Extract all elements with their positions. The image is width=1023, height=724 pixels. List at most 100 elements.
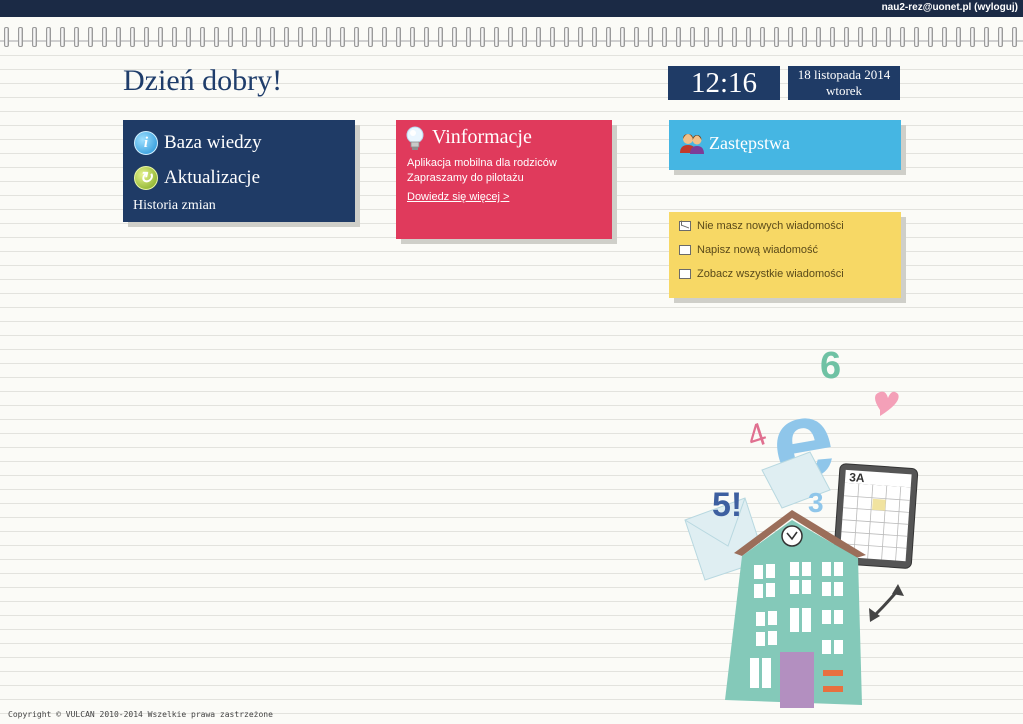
spiral-ring [970, 27, 975, 47]
spiral-ring [550, 27, 555, 47]
all-messages-link[interactable]: Zobacz wszystkie wiadomości [679, 268, 844, 280]
spiral-ring [410, 27, 415, 47]
spiral-ring [326, 27, 331, 47]
compose-icon [679, 245, 691, 255]
spiral-ring [18, 27, 23, 47]
people-icon [680, 134, 704, 154]
spiral-ring [256, 27, 261, 47]
number-four: 4 [743, 415, 771, 455]
spiral-ring [270, 27, 275, 47]
spiral-ring [914, 27, 919, 47]
spiral-ring [424, 27, 429, 47]
vinformacje-title[interactable]: Vinformacje [432, 126, 532, 149]
spiral-ring [242, 27, 247, 47]
top-bar: nau2-rez@uonet.pl (wyloguj) [0, 0, 1023, 17]
spiral-ring [732, 27, 737, 47]
spiral-ring [494, 27, 499, 47]
info-icon: i [134, 131, 158, 155]
spiral-ring [4, 27, 9, 47]
clock-icon [781, 525, 803, 547]
spiral-ring [74, 27, 79, 47]
updates-label: Aktualizacje [164, 167, 261, 188]
spiral-ring [900, 27, 905, 47]
spiral-ring [354, 27, 359, 47]
decor-bar [823, 670, 843, 676]
spiral-ring [452, 27, 457, 47]
spiral-ring [984, 27, 989, 47]
number-six: 6 [820, 345, 841, 387]
spiral-ring [718, 27, 723, 47]
substitutions-link[interactable]: Zastępstwa [679, 131, 790, 155]
vinformacje-line-1: Aplikacja mobilna dla rodziców [407, 157, 557, 169]
no-new-messages-link[interactable]: Nie masz nowych wiadomości [679, 220, 844, 232]
spiral-ring [284, 27, 289, 47]
date-text: 18 listopada 2014 [797, 67, 891, 82]
logout-link[interactable]: nau2-rez@uonet.pl (wyloguj) [882, 2, 1018, 13]
decor-bar [823, 686, 843, 692]
spiral-ring [60, 27, 65, 47]
number-three: 3 [808, 487, 824, 518]
spiral-ring [956, 27, 961, 47]
spiral-ring [928, 27, 933, 47]
updates-link[interactable]: ↻ Aktualizacje [134, 166, 260, 190]
spiral-ring [32, 27, 37, 47]
spiral-ring [690, 27, 695, 47]
learn-more-link[interactable]: Dowiedz się więcej > [407, 191, 509, 203]
spiral-ring [606, 27, 611, 47]
lightbulb-icon [406, 126, 424, 150]
refresh-icon: ↻ [134, 166, 158, 190]
vinformacje-text: Aplikacja mobilna dla rodziców Zapraszam… [407, 156, 557, 186]
spiral-ring [102, 27, 107, 47]
knowledge-tile: i Baza wiedzy ↻ Aktualizacje Historia zm… [123, 120, 355, 222]
heart-icon [875, 391, 899, 416]
spiral-ring [158, 27, 163, 47]
spiral-ring [844, 27, 849, 47]
copyright-footer: Copyright © VULCAN 2010-2014 Wszelkie pr… [8, 710, 273, 719]
spiral-ring [578, 27, 583, 47]
vinformacje-tile: Vinformacje Aplikacja mobilna dla rodzic… [396, 120, 612, 239]
spiral-ring [312, 27, 317, 47]
knowledge-base-label: Baza wiedzy [164, 132, 262, 153]
spiral-ring [858, 27, 863, 47]
envelope-icon [679, 221, 691, 231]
no-new-messages-label: Nie masz nowych wiadomości [697, 220, 844, 232]
spiral-ring [1012, 27, 1017, 47]
inbox-icon [679, 269, 691, 279]
notebook-spiral [0, 25, 1023, 51]
spiral-ring [130, 27, 135, 47]
number-five: 5! [712, 486, 742, 524]
spiral-ring [214, 27, 219, 47]
spiral-ring [998, 27, 1003, 47]
school-illustration: 6 4 e 5! 3 3A [684, 345, 919, 708]
clock-time: 12:16 [668, 66, 780, 100]
spiral-ring [88, 27, 93, 47]
knowledge-base-link[interactable]: i Baza wiedzy [134, 131, 262, 155]
spiral-ring [186, 27, 191, 47]
spiral-ring [802, 27, 807, 47]
history-link[interactable]: Historia zmian [133, 198, 216, 214]
spiral-ring [620, 27, 625, 47]
messages-tile: Nie masz nowych wiadomości Napisz nową w… [669, 212, 901, 298]
spiral-ring [340, 27, 345, 47]
write-message-link[interactable]: Napisz nową wiadomość [679, 244, 818, 256]
spiral-ring [592, 27, 597, 47]
school-door [780, 652, 814, 708]
spiral-ring [368, 27, 373, 47]
date-box: 18 listopada 2014 wtorek [788, 66, 900, 100]
spiral-ring [816, 27, 821, 47]
spiral-ring [298, 27, 303, 47]
spiral-ring [46, 27, 51, 47]
spiral-ring [676, 27, 681, 47]
spiral-ring [396, 27, 401, 47]
spiral-ring [116, 27, 121, 47]
spiral-ring [172, 27, 177, 47]
spiral-ring [942, 27, 947, 47]
write-message-label: Napisz nową wiadomość [697, 244, 819, 256]
spiral-ring [438, 27, 443, 47]
spiral-ring [522, 27, 527, 47]
spiral-ring [704, 27, 709, 47]
spiral-ring [564, 27, 569, 47]
spiral-ring [886, 27, 891, 47]
spiral-ring [760, 27, 765, 47]
substitutions-tile[interactable]: Zastępstwa [669, 120, 901, 170]
